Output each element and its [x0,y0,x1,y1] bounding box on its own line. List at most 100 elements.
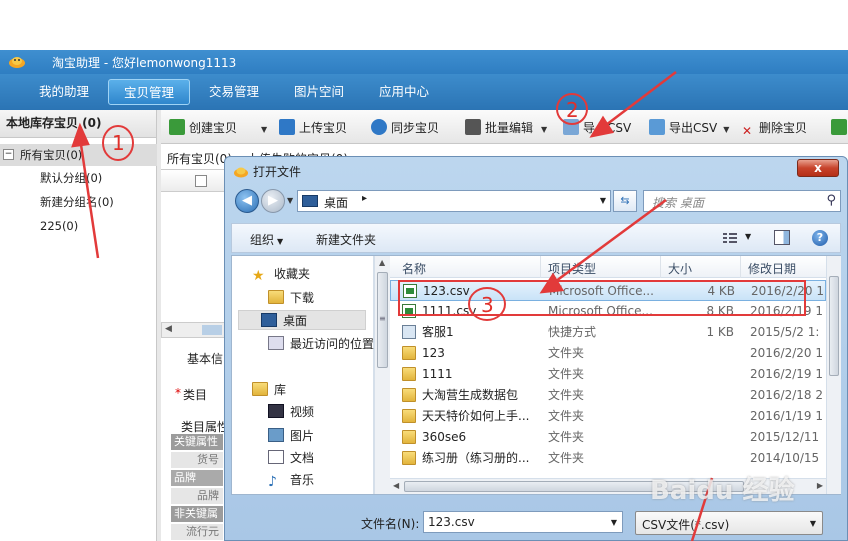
collapse-toggle-icon[interactable]: − [3,149,14,160]
tab-my-assistant[interactable]: 我的助理 [28,79,100,105]
tab-app-center[interactable]: 应用中心 [368,79,440,105]
column-size[interactable]: 大小 [668,260,692,277]
scroll-up-icon[interactable]: ▲ [379,258,385,267]
nav-downloads[interactable]: 下载 [268,288,314,308]
nav-videos[interactable]: 视频 [268,402,314,422]
forward-arrow-icon[interactable]: ▶ [261,189,285,213]
column-date[interactable]: 修改日期 [748,260,796,277]
scroll-left-icon[interactable]: ◀ [165,324,172,334]
search-icon[interactable]: ⚲ [826,193,836,208]
nav-libraries[interactable]: 库 [252,380,286,400]
nav-favorites[interactable]: ★ 收藏夹 [252,264,310,284]
file-row[interactable]: 360se6 文件夹 2015/12/11 [390,427,826,448]
search-input[interactable]: 搜索 桌面 ⚲ [643,190,841,212]
desktop-icon [261,313,277,327]
attr-huohao: 货号 [171,452,223,468]
nav-desktop[interactable]: 桌面 [238,310,366,330]
non-key-attr-header: 非关键属 [171,506,223,522]
address-row: ◀ ▶ ▼ 桌面 ▸ ▼ ⇆ 搜索 桌面 ⚲ [231,187,841,217]
file-list-vertical-scrollbar[interactable] [826,256,841,494]
chevron-down-icon[interactable]: ▼ [600,196,606,205]
scroll-left-icon[interactable]: ◀ [393,481,399,490]
annotation-highlight-box [398,280,806,316]
tab-item-management[interactable]: 宝贝管理 [108,79,190,105]
refresh-icon[interactable]: ⇆ [613,190,637,212]
new-folder-button[interactable]: 新建文件夹 [316,231,376,248]
star-icon: ★ [252,268,265,284]
back-arrow-icon[interactable]: ◀ [235,189,259,213]
sync-item-button[interactable]: 同步宝贝 [371,118,439,138]
plus-icon [169,119,185,135]
filetype-select[interactable]: CSV文件(*.csv) ▼ [635,511,823,535]
organize-button[interactable]: 组织 ▼ [250,231,283,248]
file-row[interactable]: 客服1 快捷方式 1 KB 2015/5/2 1: [390,322,826,343]
tree-item-225[interactable]: 225(0) [40,216,78,236]
scroll-thumb[interactable] [202,325,222,335]
file-type: 文件夹 [548,388,585,402]
batch-edit-button[interactable]: 批量编辑 ▼ [465,118,547,138]
folder-icon [402,409,416,423]
filename-input[interactable]: 123.csv ▼ [423,511,623,533]
main-nav: 我的助理 宝贝管理 交易管理 图片空间 应用中心 [0,74,848,110]
tab-trade-management[interactable]: 交易管理 [198,79,270,105]
nav-pane-scrollbar[interactable]: ▲ ≡ [374,256,390,494]
chevron-down-icon[interactable]: ▼ [723,125,729,134]
subtab-all-items[interactable]: 所有宝贝(0) [167,150,232,167]
dialog-close-button[interactable]: x [797,159,839,177]
file-type: 文件夹 [548,367,585,381]
breadcrumb-arrow-icon[interactable]: ▸ [362,193,367,204]
nav-music[interactable]: ♪ 音乐 [268,470,314,490]
file-date: 2014/10/15 [750,451,820,465]
chevron-down-icon[interactable]: ▼ [611,518,617,527]
more-toolbar-button[interactable] [831,118,848,138]
export-icon [649,119,665,135]
desktop-icon [302,195,318,207]
nav-recent[interactable]: 最近访问的位置 [268,334,374,354]
delete-item-button[interactable]: ✕ 删除宝贝 [739,118,807,138]
library-icon [252,382,268,396]
toolbar: 创建宝贝 ▼ 上传宝贝 同步宝贝 批量编辑 ▼ 导入CSV 导出CSV ▼ ✕ 删除宝… [161,110,848,144]
search-placeholder: 搜索 桌面 [652,196,704,210]
chevron-down-icon[interactable]: ▼ [745,232,751,241]
nav-documents[interactable]: 文档 [268,448,314,468]
tree-item-default-group[interactable]: 默认分组(0) [40,168,102,188]
annotation-number-1: 1 [112,131,125,155]
view-options-icon[interactable] [722,231,738,245]
grid-horizontal-scrollbar[interactable]: ◀ [161,322,227,338]
tree-item-new-group[interactable]: 新建分组名(0) [40,192,114,212]
sidebar: 本地库存宝贝 (0) − 所有宝贝(0) 默认分组(0) 新建分组名(0) 22… [0,110,161,541]
address-bar[interactable]: 桌面 ▸ ▼ [297,190,611,212]
column-divider[interactable] [740,256,741,278]
help-icon[interactable]: ? [812,230,828,246]
chevron-down-icon: ▼ [809,519,816,528]
file-name: 123 [402,343,445,364]
tree-item-all[interactable]: − 所有宝贝(0) [0,144,157,166]
navigation-pane: ★ 收藏夹 下载 桌面 最近访问的位置 库 视频 图片 文档 ♪ 音乐 [232,256,374,494]
nav-pictures[interactable]: 图片 [268,426,314,446]
file-row[interactable]: 大淘营生成数据包 文件夹 2016/2/18 2 [390,385,826,406]
column-divider[interactable] [540,256,541,278]
file-row[interactable]: 123 文件夹 2016/2/20 1 [390,343,826,364]
chevron-down-icon[interactable]: ▼ [261,125,267,134]
scroll-right-icon[interactable]: ▶ [817,481,823,490]
dialog-title: 打开文件 [233,163,301,181]
history-chevron-down-icon[interactable]: ▼ [287,196,293,205]
select-all-checkbox[interactable] [195,175,207,187]
preview-pane-icon[interactable] [774,230,790,245]
create-item-button[interactable]: 创建宝贝 [169,118,237,138]
folder-icon [402,451,416,465]
column-name[interactable]: 名称 [402,260,426,277]
column-divider[interactable] [660,256,661,278]
file-row[interactable]: 天天特价如何上手... 文件夹 2016/1/19 1 [390,406,826,427]
chevron-down-icon[interactable]: ▼ [541,125,547,134]
upload-item-button[interactable]: ▼ 上传宝贝 [259,118,347,138]
file-row[interactable]: 1111 文件夹 2016/2/19 1 [390,364,826,385]
column-type[interactable]: 项目类型 [548,260,596,277]
filename-value: 123.csv [428,515,475,529]
basic-info-tab[interactable]: 基本信 [187,350,223,367]
file-date: 2016/2/18 2 [750,388,823,402]
export-csv-button[interactable]: 导出CSV ▼ [649,118,729,138]
tab-image-space[interactable]: 图片空间 [283,79,355,105]
file-row[interactable]: 练习册（练习册的... 文件夹 2014/10/15 [390,448,826,469]
scroll-thumb[interactable] [829,276,839,376]
